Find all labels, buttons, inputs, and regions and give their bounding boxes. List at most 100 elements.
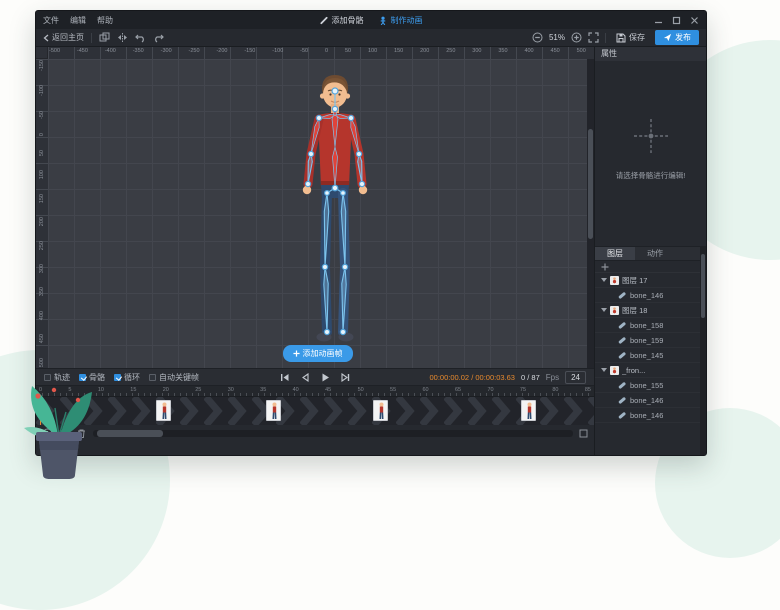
toolbar-divider: [605, 33, 606, 43]
chevron-left-icon: [43, 34, 49, 42]
canvas-column: -500-450-400-350-300-250-200-150-100-500…: [36, 47, 594, 455]
bone-row[interactable]: bone_146: [595, 393, 706, 408]
ruler-label: 300: [39, 264, 45, 273]
ruler-label: 500: [39, 358, 45, 367]
properties-panel: 属性 请选择骨骼进行编辑! 图层 动作: [594, 47, 706, 455]
copy-icon[interactable]: [99, 32, 110, 43]
back-home-button[interactable]: 返回主页: [43, 32, 84, 43]
bone-icon: [320, 16, 329, 25]
toggle-label: 自动关键帧: [159, 372, 199, 383]
save-button[interactable]: 保存: [612, 30, 649, 45]
keyframe-thumbnail[interactable]: [521, 400, 536, 421]
toggle-label: 循环: [124, 372, 140, 383]
frame-tick-label: 15: [130, 387, 136, 396]
layer-thumbnail: [610, 366, 619, 375]
layer-row[interactable]: 图层 18: [595, 303, 706, 318]
scrollbar-thumb[interactable]: [588, 129, 593, 239]
timeline-ruler[interactable]: 0510152025303540455055606570758085: [36, 386, 594, 397]
publish-button[interactable]: 发布: [655, 30, 699, 45]
panel-scrollbar[interactable]: [700, 246, 706, 455]
ruler-label: -100: [272, 48, 283, 54]
mirror-icon[interactable]: [117, 32, 128, 43]
publish-label: 发布: [675, 32, 691, 43]
timeline-options-button[interactable]: [579, 429, 588, 438]
next-frame-button[interactable]: [340, 372, 351, 383]
keyframe-figure: [157, 401, 171, 421]
bone-row[interactable]: bone_158: [595, 318, 706, 333]
add-animation-frame-button[interactable]: 添加动画帧: [283, 345, 353, 362]
bone-row[interactable]: bone_159: [595, 333, 706, 348]
keyframe-thumbnail[interactable]: [156, 400, 171, 421]
tab-label: 制作动画: [391, 15, 423, 26]
zoom-out-button[interactable]: [532, 32, 543, 43]
bone-row[interactable]: bone_146: [595, 408, 706, 423]
frame-tick-label: 40: [293, 387, 299, 396]
character-figure[interactable]: [280, 71, 390, 361]
menu-file[interactable]: 文件: [43, 15, 59, 26]
caret-down-icon[interactable]: [601, 368, 607, 372]
close-button[interactable]: [690, 16, 699, 25]
timecode: 00:00:00.02 / 00:00:03.63: [429, 373, 515, 382]
checkbox-checked-icon: [114, 374, 121, 381]
bone-row[interactable]: bone_146: [595, 288, 706, 303]
add-layer-button[interactable]: [601, 263, 609, 271]
tab-layers[interactable]: 图层: [595, 247, 635, 260]
bone-icon: [617, 350, 627, 360]
menu-edit[interactable]: 编辑: [70, 15, 86, 26]
frame-counter: 0 / 87: [521, 373, 540, 382]
undo-icon[interactable]: [135, 32, 146, 43]
tab-add-bones[interactable]: 添加骨骼: [320, 15, 364, 26]
ruler-label: -150: [39, 60, 45, 71]
ruler-label: 400: [39, 311, 45, 320]
keyframe-thumbnail[interactable]: [373, 400, 388, 421]
bone-label: bone_146: [630, 396, 663, 405]
minimize-button[interactable]: [654, 16, 663, 25]
menu-help[interactable]: 帮助: [97, 15, 113, 26]
ruler-label: -400: [105, 48, 116, 54]
animation-canvas[interactable]: 添加动画帧: [48, 59, 587, 368]
timeline-track[interactable]: [36, 397, 594, 425]
frame-tick-label: 75: [520, 387, 526, 396]
bone-row[interactable]: bone_145: [595, 348, 706, 363]
scrollbar-thumb[interactable]: [701, 254, 705, 318]
zoom-level[interactable]: 51%: [549, 33, 565, 42]
canvas-vertical-scrollbar[interactable]: [587, 59, 594, 368]
keyframe-figure: [374, 401, 388, 421]
ruler-label: -500: [49, 48, 60, 54]
frame-tick-label: 70: [487, 387, 493, 396]
bone-label: bone_155: [630, 381, 663, 390]
toggle-loop[interactable]: 循环: [114, 372, 140, 383]
toggle-auto-keyframe[interactable]: 自动关键帧: [149, 372, 199, 383]
layer-thumbnail: [610, 276, 619, 285]
layer-row[interactable]: 图层 17: [595, 273, 706, 288]
plant-decoration: [8, 378, 112, 486]
tab-make-animation[interactable]: 制作动画: [379, 15, 423, 26]
ruler-label: -150: [244, 48, 255, 54]
keyframe-thumbnail[interactable]: [266, 400, 281, 421]
fit-screen-button[interactable]: [588, 32, 599, 43]
caret-down-icon[interactable]: [601, 308, 607, 312]
maximize-button[interactable]: [672, 16, 681, 25]
window-controls: [654, 16, 699, 25]
frame-tick-label: 65: [455, 387, 461, 396]
ruler-label: 350: [498, 48, 507, 54]
ruler-label: 100: [368, 48, 377, 54]
frame-tick-label: 30: [228, 387, 234, 396]
fps-label: Fps: [546, 373, 559, 382]
caret-down-icon[interactable]: [601, 278, 607, 282]
frame-tick-label: 50: [358, 387, 364, 396]
redo-icon[interactable]: [153, 32, 164, 43]
previous-frame-button[interactable]: [300, 372, 311, 383]
frame-tick-label: 35: [260, 387, 266, 396]
layer-row[interactable]: _fron...: [595, 363, 706, 378]
tab-actions[interactable]: 动作: [635, 247, 675, 260]
play-button[interactable]: [320, 372, 331, 383]
bone-label: bone_159: [630, 336, 663, 345]
zoom-in-button[interactable]: [571, 32, 582, 43]
fps-select[interactable]: 24: [565, 371, 586, 384]
bone-row[interactable]: bone_155: [595, 378, 706, 393]
skip-to-start-button[interactable]: [280, 372, 291, 383]
ruler-label: 250: [446, 48, 455, 54]
timeline-horizontal-scrollbar[interactable]: [93, 430, 573, 437]
frame-tick-label: 45: [325, 387, 331, 396]
